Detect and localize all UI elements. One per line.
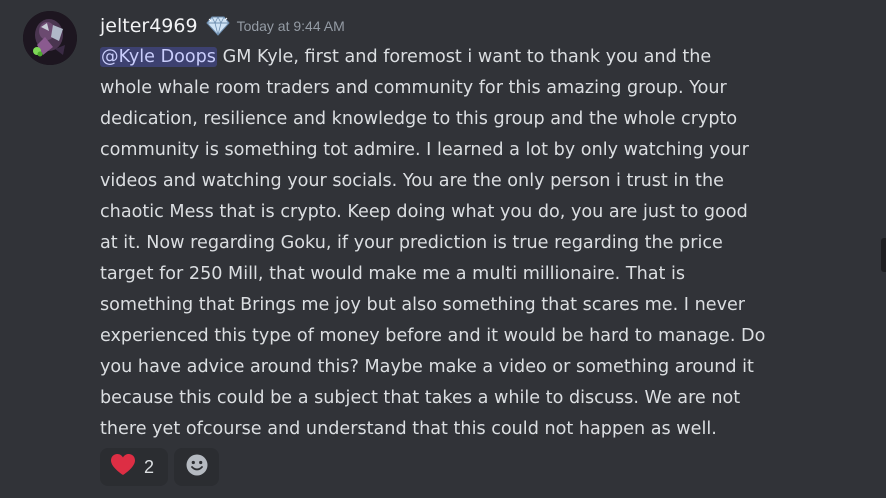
heart-reaction-button[interactable]: 2 bbox=[100, 448, 168, 486]
diamond-badge-icon[interactable] bbox=[205, 15, 231, 37]
message-content: @Kyle Doops GM Kyle, first and foremost … bbox=[100, 42, 860, 445]
message-line: experienced this type of money before an… bbox=[100, 326, 766, 346]
red-heart-icon bbox=[110, 453, 136, 481]
message-line: whole whale room traders and community f… bbox=[100, 78, 727, 98]
message-line: you have advice around this? Maybe make … bbox=[100, 357, 754, 377]
message-text: GM Kyle, first and foremost i want to th… bbox=[216, 47, 712, 67]
message-line: something that Brings me joy but also so… bbox=[100, 295, 746, 315]
chat-message: jelter4969 Today at 9:44 AM @Kyle Doops … bbox=[0, 0, 886, 498]
message-line: there yet ofcourse and understand that t… bbox=[100, 419, 717, 439]
add-reaction-button[interactable] bbox=[174, 448, 219, 486]
message-line: chaotic Mess that is crypto. Keep doing … bbox=[100, 202, 748, 222]
timestamp: Today at 9:44 AM bbox=[236, 18, 345, 34]
message-line: videos and watching your socials. You ar… bbox=[100, 171, 724, 191]
reaction-count: 2 bbox=[144, 456, 155, 477]
message-header: jelter4969 Today at 9:44 AM bbox=[100, 12, 345, 40]
message-line: target for 250 Mill, that would make me … bbox=[100, 264, 686, 284]
message-line: dedication, resilience and knowledge to … bbox=[100, 109, 738, 129]
message-line: community is something tot admire. I lea… bbox=[100, 140, 749, 160]
reactions-bar: 2 bbox=[100, 448, 219, 486]
avatar[interactable] bbox=[23, 11, 77, 65]
scrollbar-thumb[interactable] bbox=[881, 238, 886, 272]
message-line: @Kyle Doops GM Kyle, first and foremost … bbox=[100, 42, 860, 73]
message-line: at it. Now regarding Goku, if your predi… bbox=[100, 233, 723, 253]
message-line: because this could be a subject that tak… bbox=[100, 388, 741, 408]
add-reaction-smiley-icon bbox=[185, 453, 209, 481]
user-mention[interactable]: @Kyle Doops bbox=[100, 47, 217, 67]
username[interactable]: jelter4969 bbox=[100, 15, 198, 37]
